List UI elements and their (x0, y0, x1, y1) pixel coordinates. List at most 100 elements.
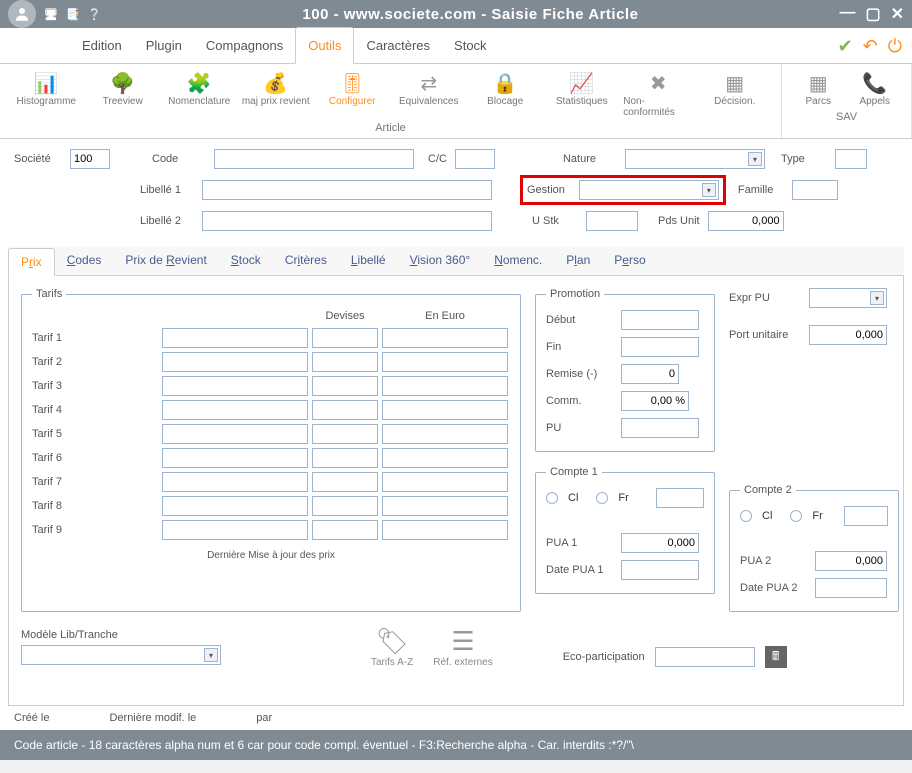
nature-combo[interactable]: ▾ (625, 149, 765, 169)
ribbon-appels[interactable]: 📞Appels (847, 70, 904, 107)
compte2-input[interactable] (844, 506, 888, 526)
notes-icon[interactable]: 📑 (66, 8, 80, 21)
tarif-devise-input[interactable] (312, 520, 378, 540)
tab-stock[interactable]: Stock (219, 247, 273, 275)
promo-comm-input[interactable] (621, 391, 689, 411)
tab-crit-res[interactable]: Critères (273, 247, 339, 275)
libelle2-input[interactable] (202, 211, 492, 231)
power-icon[interactable]: ⏻ (888, 36, 902, 57)
pdsunit-label: Pds Unit (658, 215, 700, 227)
undo-icon[interactable]: ↶ (863, 36, 878, 57)
promo-debut-input[interactable] (621, 310, 699, 330)
tarif-euro-input[interactable] (382, 424, 508, 444)
compte1-pua-input[interactable] (621, 533, 699, 553)
ribbon-equivalences[interactable]: ⇄Equivalences (394, 70, 464, 118)
ref-externes-button[interactable]: ☰ Réf. externes (433, 626, 492, 668)
promo-fin-input[interactable] (621, 337, 699, 357)
tarif-euro-input[interactable] (382, 448, 508, 468)
tarif-euro-input[interactable] (382, 328, 508, 348)
tarif-devise-input[interactable] (312, 352, 378, 372)
tarif-euro-input[interactable] (382, 400, 508, 420)
famille-input[interactable] (792, 180, 838, 200)
tarif-devise-input[interactable] (312, 376, 378, 396)
gestion-combo[interactable]: ▾ (579, 180, 719, 200)
tab-nomenc-[interactable]: Nomenc. (482, 247, 554, 275)
type-input[interactable] (835, 149, 867, 169)
tab-perso[interactable]: Perso (602, 247, 657, 275)
tarif-price-input[interactable] (162, 472, 308, 492)
help-icon[interactable]: ❔ (88, 8, 102, 21)
tarif-euro-input[interactable] (382, 352, 508, 372)
promo-remise-input[interactable] (621, 364, 679, 384)
tarif-devise-input[interactable] (312, 328, 378, 348)
code-input[interactable] (214, 149, 414, 169)
tarif-euro-input[interactable] (382, 496, 508, 516)
menu-item-outils[interactable]: Outils (295, 27, 354, 64)
tarif-euro-input[interactable] (382, 520, 508, 540)
ribbon-nomenclature[interactable]: 🧩Nomenclature (164, 70, 234, 118)
compte1-date-input[interactable] (621, 560, 699, 580)
exprpu-combo[interactable]: ▾ (809, 288, 887, 308)
promo-pu-input[interactable] (621, 418, 699, 438)
ribbon-d-cision-[interactable]: ▦Décision. (700, 70, 770, 118)
compte2-fr-radio[interactable] (790, 510, 802, 522)
tarif-price-input[interactable] (162, 328, 308, 348)
societe-input[interactable] (70, 149, 110, 169)
tarif-devise-input[interactable] (312, 424, 378, 444)
port-input[interactable] (809, 325, 887, 345)
ribbon-configurer[interactable]: 🎚Configurer (317, 70, 387, 118)
tab-libell-[interactable]: Libellé (339, 247, 398, 275)
tab-prix[interactable]: Prix (8, 248, 55, 276)
modele-combo[interactable]: ▾ (21, 645, 221, 665)
menu-item-plugin[interactable]: Plugin (134, 28, 194, 63)
ribbon-blocage[interactable]: 🔒Blocage (470, 70, 540, 118)
tarif-price-input[interactable] (162, 352, 308, 372)
menu-item-caractères[interactable]: Caractères (354, 28, 442, 63)
ribbon-group-article: 📊Histogramme🌳Treeview🧩Nomenclature💰maj p… (0, 64, 782, 138)
ribbon-treeview[interactable]: 🌳Treeview (88, 70, 158, 118)
eco-input[interactable] (655, 647, 755, 667)
tab-vision-360-[interactable]: Vision 360° (398, 247, 483, 275)
compte2-pua-input[interactable] (815, 551, 887, 571)
tab-prix-de-revient[interactable]: Prix de Revient (113, 247, 218, 275)
compte2-date-input[interactable] (815, 578, 887, 598)
tarif-price-input[interactable] (162, 400, 308, 420)
tarif-euro-input[interactable] (382, 472, 508, 492)
tab-codes[interactable]: Codes (55, 247, 114, 275)
libelle1-input[interactable] (202, 180, 492, 200)
cc-input[interactable] (455, 149, 495, 169)
menu-item-edition[interactable]: Edition (70, 28, 134, 63)
ribbon-histogramme[interactable]: 📊Histogramme (11, 70, 81, 118)
tarif-price-input[interactable] (162, 520, 308, 540)
tarif-price-input[interactable] (162, 448, 308, 468)
tab-plan[interactable]: Plan (554, 247, 602, 275)
tarif-price-input[interactable] (162, 424, 308, 444)
validate-icon[interactable]: ✔ (838, 36, 853, 57)
minimize-button[interactable]: — (839, 4, 855, 24)
compte1-cl-radio[interactable] (546, 492, 558, 504)
ribbon-statistiques[interactable]: 📈Statistiques (547, 70, 617, 118)
tarif-devise-input[interactable] (312, 400, 378, 420)
tarifs-az-button[interactable]: 🏷 Tarifs A-Z (371, 626, 413, 668)
tarif-devise-input[interactable] (312, 472, 378, 492)
compte1-input[interactable] (656, 488, 704, 508)
pdsunit-input[interactable] (708, 211, 784, 231)
ribbon-non-conformit-s[interactable]: ✖Non-conformités (623, 70, 693, 118)
ustk-input[interactable] (586, 211, 638, 231)
tarif-euro-input[interactable] (382, 376, 508, 396)
calculator-button[interactable]: 🖩 (765, 646, 787, 668)
tarif-price-input[interactable] (162, 496, 308, 516)
tarif-devise-input[interactable] (312, 496, 378, 516)
menu-item-compagnons[interactable]: Compagnons (194, 28, 295, 63)
maximize-button[interactable]: ▢ (865, 4, 880, 24)
ribbon-parcs[interactable]: ▦Parcs (790, 70, 847, 107)
monitor-icon[interactable]: 🖥 (44, 8, 58, 21)
close-button[interactable]: ✕ (891, 4, 904, 24)
menu-item-stock[interactable]: Stock (442, 28, 499, 63)
ribbon-maj-prix-revient[interactable]: 💰maj prix revient (241, 70, 311, 118)
compte1-fr-radio[interactable] (596, 492, 608, 504)
tarif-price-input[interactable] (162, 376, 308, 396)
user-avatar[interactable] (8, 0, 36, 28)
compte2-cl-radio[interactable] (740, 510, 752, 522)
tarif-devise-input[interactable] (312, 448, 378, 468)
